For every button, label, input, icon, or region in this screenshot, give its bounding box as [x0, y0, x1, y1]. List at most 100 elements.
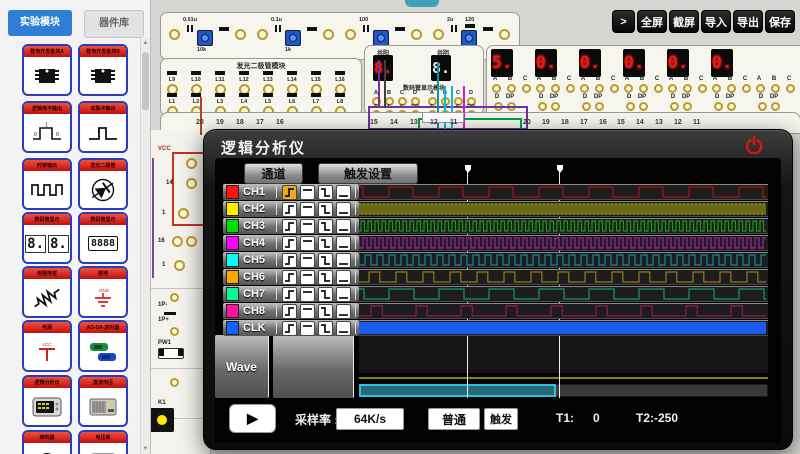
import-button[interactable]: 导入: [701, 10, 731, 33]
trigger-high-level-button[interactable]: [300, 236, 315, 251]
trigger-low-level-button[interactable]: [336, 202, 351, 217]
trigger-rising-edge-button[interactable]: [282, 253, 297, 268]
cursor-t1-flag[interactable]: [465, 165, 471, 173]
trigger-falling-edge-button[interactable]: [318, 219, 333, 234]
trigger-rising-edge-button[interactable]: [282, 185, 297, 200]
trigger-rising-edge-button[interactable]: [282, 219, 297, 234]
pin[interactable]: [742, 84, 751, 93]
pin[interactable]: [771, 84, 780, 93]
trigger-low-level-button[interactable]: [336, 287, 351, 302]
trigger-high-level-button[interactable]: [300, 219, 315, 234]
pin[interactable]: [595, 84, 604, 93]
sample-rate-input[interactable]: 64K/s: [336, 408, 404, 430]
module-card-chip-0[interactable]: 数电开发板块A: [22, 44, 72, 96]
pin[interactable]: [670, 102, 679, 111]
screenshot-button[interactable]: 截屏: [669, 10, 699, 33]
play-button[interactable]: ▶: [229, 404, 276, 433]
trigger-high-level-button[interactable]: [300, 321, 315, 336]
module-card-seg2-6[interactable]: 数码管显示8.8.: [22, 212, 72, 264]
power-button[interactable]: [745, 136, 763, 154]
pin[interactable]: [683, 102, 692, 111]
trigger-low-level-button[interactable]: [336, 321, 351, 336]
pin[interactable]: [345, 29, 356, 40]
trigger-low-level-button[interactable]: [336, 219, 351, 234]
tab-experiment-modules[interactable]: 实验模块: [8, 10, 72, 36]
module-card-resistor-8[interactable]: 电阻电容: [22, 266, 72, 318]
trigger-rising-edge-button[interactable]: [282, 236, 297, 251]
pin[interactable]: [170, 327, 179, 336]
pin[interactable]: [174, 260, 185, 271]
trigger-high-level-button[interactable]: [300, 253, 315, 268]
cursor-t2-flag[interactable]: [557, 165, 563, 173]
trigger-high-level-button[interactable]: [300, 287, 315, 302]
pin[interactable]: [169, 29, 180, 40]
potentiometer[interactable]: [197, 30, 213, 46]
scroll-down-icon[interactable]: ▼: [141, 446, 150, 452]
pin[interactable]: [654, 84, 663, 93]
trigger-high-level-button[interactable]: [300, 270, 315, 285]
tab-trigger-settings[interactable]: 触发设置: [318, 163, 418, 184]
fullscreen-button[interactable]: 全屏: [637, 10, 667, 33]
trigger-falling-edge-button[interactable]: [318, 270, 333, 285]
wave-scrollbar-thumb[interactable]: [359, 384, 556, 397]
pin[interactable]: [170, 293, 179, 302]
pin[interactable]: [538, 102, 547, 111]
sidebar-scrollbar[interactable]: ▲ ▼: [140, 38, 150, 454]
pin[interactable]: [758, 102, 767, 111]
trigger-falling-edge-button[interactable]: [318, 185, 333, 200]
trigger-low-level-button[interactable]: [336, 236, 351, 251]
pin[interactable]: [172, 236, 183, 247]
pin[interactable]: [492, 84, 501, 93]
trigger-high-level-button[interactable]: [300, 185, 315, 200]
potentiometer[interactable]: [373, 30, 389, 46]
pin[interactable]: [507, 84, 516, 93]
module-card-chip-1[interactable]: 数电开发板块B: [78, 44, 128, 96]
pin[interactable]: [536, 84, 545, 93]
trigger-low-level-button[interactable]: [336, 253, 351, 268]
trigger-rising-edge-button[interactable]: [282, 304, 297, 319]
module-card-vcc-10[interactable]: 电源VCC: [22, 320, 72, 372]
pin[interactable]: [624, 84, 633, 93]
tab-channels[interactable]: 通道: [244, 163, 303, 184]
pin[interactable]: [639, 102, 648, 111]
module-card-buzzer-14[interactable]: 蜂鸣器: [22, 430, 72, 454]
logic-analyzer-window[interactable]: 逻辑分析仪 通道 触发设置 Wave: [203, 129, 793, 450]
trigger-rising-edge-button[interactable]: [282, 321, 297, 336]
pin[interactable]: [626, 102, 635, 111]
module-card-ground-9[interactable]: 接地GND: [78, 266, 128, 318]
trigger-low-level-button[interactable]: [336, 304, 351, 319]
pw1-component[interactable]: [158, 348, 184, 359]
pin[interactable]: [433, 29, 444, 40]
pin[interactable]: [522, 84, 531, 93]
pin[interactable]: [668, 84, 677, 93]
normal-mode-button[interactable]: 普通: [428, 408, 480, 430]
export-button[interactable]: 导出: [733, 10, 763, 33]
save-button[interactable]: 保存: [765, 10, 795, 33]
potentiometer[interactable]: [461, 30, 477, 46]
pin[interactable]: [771, 102, 780, 111]
pin[interactable]: [580, 84, 589, 93]
trigger-falling-edge-button[interactable]: [318, 304, 333, 319]
scrollbar-thumb[interactable]: [142, 52, 149, 110]
module-card-clock-4[interactable]: 时钟输出: [22, 158, 72, 210]
pin[interactable]: [595, 102, 604, 111]
pin[interactable]: [323, 29, 334, 40]
module-card-pulse-3[interactable]: 单脉冲输出: [78, 101, 128, 153]
trigger-rising-edge-button[interactable]: [282, 287, 297, 302]
pin[interactable]: [551, 84, 560, 93]
pin[interactable]: [178, 208, 189, 219]
module-card-psu-13[interactable]: 直流电压: [78, 375, 128, 427]
pin[interactable]: [610, 84, 619, 93]
trigger-falling-edge-button[interactable]: [318, 321, 333, 336]
pin[interactable]: [186, 178, 197, 189]
module-card-level-2[interactable]: 逻辑电平输出100: [22, 101, 72, 153]
module-card-led-5[interactable]: 发光二极管: [78, 158, 128, 210]
trigger-low-level-button[interactable]: [336, 185, 351, 200]
pin[interactable]: [186, 236, 197, 247]
trigger-falling-edge-button[interactable]: [318, 202, 333, 217]
trigger-rising-edge-button[interactable]: [282, 270, 297, 285]
module-card-la-12[interactable]: 逻辑分析仪: [22, 375, 72, 427]
potentiometer[interactable]: [285, 30, 301, 46]
trigger-falling-edge-button[interactable]: [318, 253, 333, 268]
pin[interactable]: [186, 158, 197, 169]
